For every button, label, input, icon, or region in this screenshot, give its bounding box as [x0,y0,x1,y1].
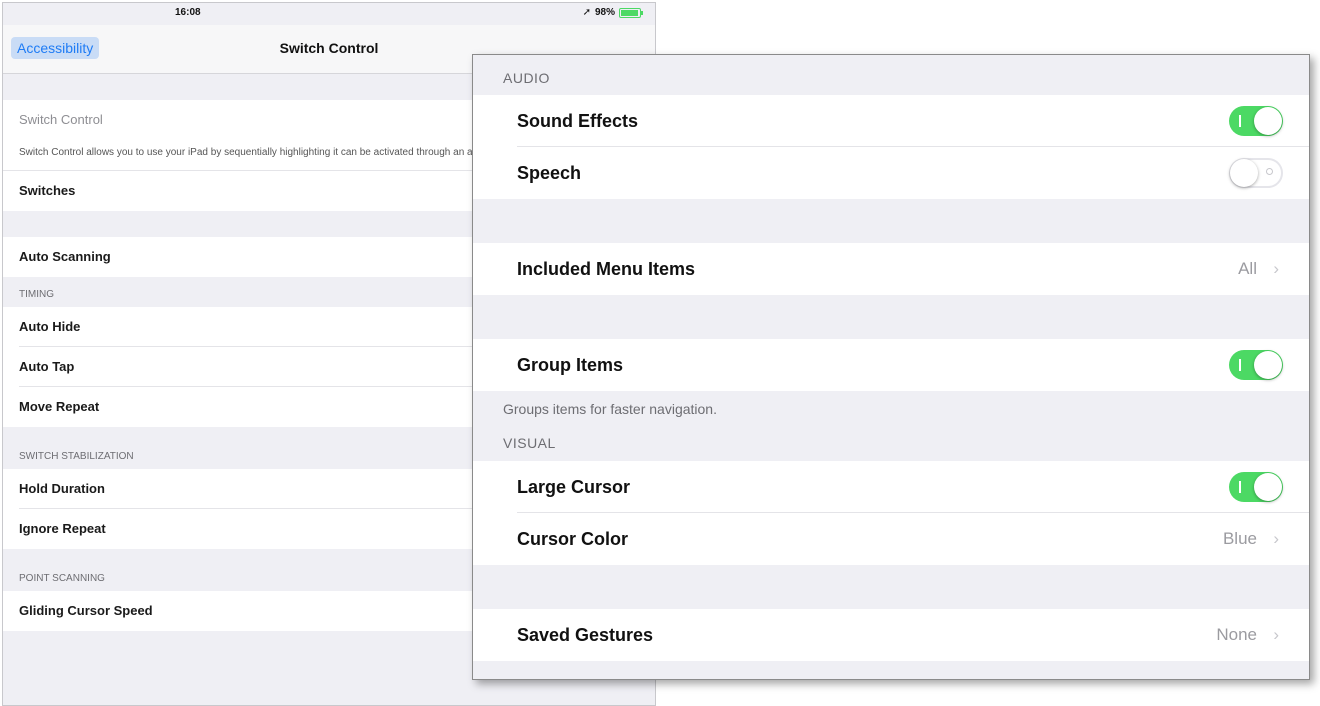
group-items-row: Group Items [473,339,1309,391]
toggle-knob [1254,351,1282,379]
toggle-knob [1230,159,1258,187]
status-battery: ➚ 98% [582,7,643,18]
speech-row: Speech [473,147,1309,199]
status-time: 16:08 [175,7,201,18]
chevron-right-icon: › [1273,259,1279,278]
cursor-color-value: Blue [1222,529,1257,548]
visual-group: Large Cursor Cursor Color Blue › [473,461,1309,565]
battery-percent: 98% [594,7,615,18]
saved-gestures-group: Saved Gestures None › [473,609,1309,661]
sound-effects-label: Sound Effects [517,111,639,131]
large-cursor-row: Large Cursor [473,461,1309,513]
toggle-knob [1254,107,1282,135]
sound-effects-toggle[interactable] [1229,106,1283,136]
group-items-footer: Groups items for faster navigation. [503,401,717,417]
included-menu-items-value: All [1238,259,1257,278]
large-cursor-toggle[interactable] [1229,472,1283,502]
menu-items-group: Included Menu Items All › [473,243,1309,295]
saved-gestures-value: None [1216,625,1257,644]
saved-gestures-label: Saved Gestures [517,625,654,645]
visual-header: VISUAL [503,435,556,451]
group-items-group: Group Items [473,339,1309,391]
cursor-color-label: Cursor Color [517,529,629,549]
chevron-right-icon: › [1273,529,1279,548]
status-bar: 16:08 ➚ 98% [3,3,655,25]
cursor-color-row[interactable]: Cursor Color Blue › [473,513,1309,565]
sound-effects-row: Sound Effects [473,95,1309,147]
large-cursor-label: Large Cursor [517,477,631,497]
zoomed-settings-panel: AUDIO Sound Effects Speech Included Menu… [472,54,1310,680]
included-menu-items-row[interactable]: Included Menu Items All › [473,243,1309,295]
speech-toggle[interactable] [1229,158,1283,188]
location-arrow-icon: ➚ [582,7,591,18]
group-items-label: Group Items [517,355,624,375]
speech-label: Speech [517,163,582,183]
audio-header: AUDIO [503,70,550,86]
chevron-right-icon: › [1273,625,1279,644]
group-items-toggle[interactable] [1229,350,1283,380]
saved-gestures-row[interactable]: Saved Gestures None › [473,609,1309,661]
toggle-knob [1254,473,1282,501]
gliding-cursor-speed-label: Gliding Cursor Speed [19,603,153,618]
audio-group: Sound Effects Speech [473,95,1309,199]
battery-icon [619,7,643,18]
included-menu-items-label: Included Menu Items [517,259,696,279]
